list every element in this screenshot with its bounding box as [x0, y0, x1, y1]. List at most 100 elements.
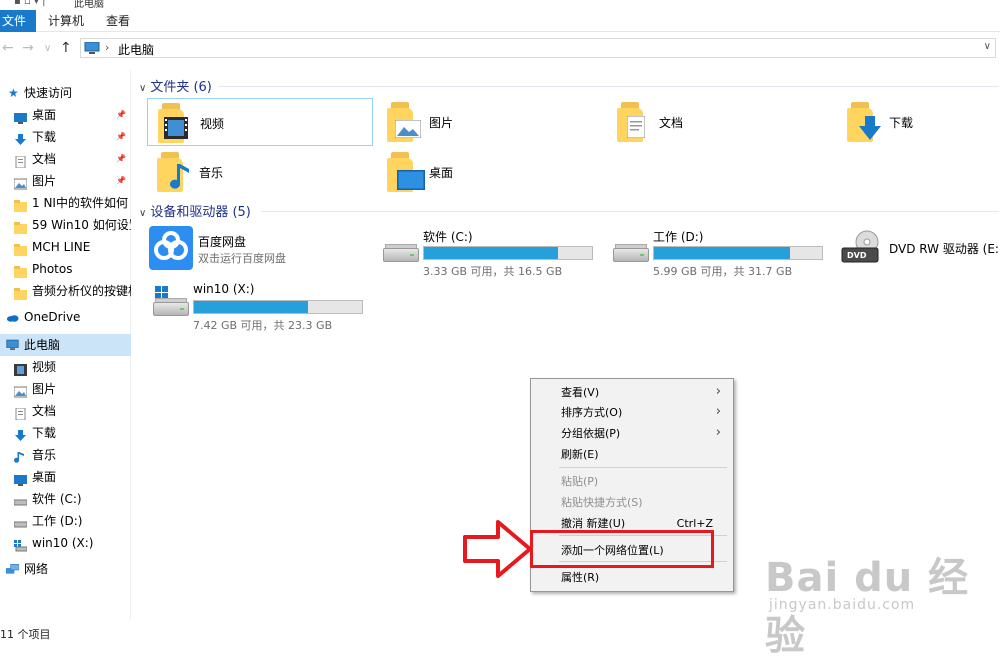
menu-item-label: 排序方式(O)	[561, 406, 623, 419]
sidebar-network[interactable]: 网络	[0, 558, 131, 580]
desktop-overlay-icon	[397, 170, 425, 190]
sidebar-pc-item[interactable]: 软件 (C:)	[0, 488, 131, 510]
sidebar-pc-item[interactable]: 文档	[0, 400, 131, 422]
sidebar-pc-item[interactable]: 桌面	[0, 466, 131, 488]
drive-usage-bar	[423, 246, 593, 260]
star-icon: ★	[8, 86, 19, 100]
download-icon	[14, 427, 27, 441]
drive-item[interactable]: win10 (X:) 7.42 GB 可用，共 23.3 GB	[147, 280, 373, 332]
cloud-icon	[6, 315, 19, 322]
up-arrow-icon[interactable]: ↑	[60, 40, 72, 56]
folder-item[interactable]: 文档	[607, 98, 833, 146]
menu-item[interactable]: 刷新(E)	[531, 444, 733, 464]
sidebar-quick-item[interactable]: MCH LINE	[0, 236, 131, 258]
sidebar-pc-item[interactable]: 视频	[0, 356, 131, 378]
drive-free-space: 3.33 GB 可用，共 16.5 GB	[423, 265, 563, 278]
drive-free-space: 5.99 GB 可用，共 31.7 GB	[653, 265, 793, 278]
sidebar-pc-item[interactable]: 音乐	[0, 444, 131, 466]
folder-item[interactable]: 图片	[377, 98, 603, 146]
sidebar-this-pc[interactable]: 此电脑	[0, 334, 131, 356]
sidebar-pc-item[interactable]: 工作 (D:)	[0, 510, 131, 532]
ribbon-tabs: 文件 计算机 查看	[0, 8, 1000, 32]
menu-item[interactable]: 分组依据(P) ›	[531, 423, 733, 443]
menu-item-label: 粘贴(P)	[561, 475, 599, 488]
title-bar: ▪ ▫ ▾ | 此电脑	[0, 0, 1000, 8]
sidebar-quick-item[interactable]: Photos	[0, 258, 131, 280]
drive-icon	[13, 493, 28, 506]
sidebar-pc-item[interactable]: win10 (X:)	[0, 532, 131, 554]
drive-usage-fill	[424, 247, 559, 259]
folder-item[interactable]: 视频	[147, 98, 373, 146]
network-icon	[6, 564, 19, 574]
picture-overlay-icon	[395, 120, 421, 138]
address-bar[interactable]: › 此电脑 ∨	[80, 38, 996, 58]
submenu-arrow-icon: ›	[715, 425, 721, 440]
watermark: Bai du 经验 jingyan.baidu.com	[765, 545, 995, 659]
sidebar-quick-item[interactable]: 图片 📌	[0, 170, 131, 192]
menu-item[interactable]: 属性(R)	[531, 567, 733, 587]
sidebar-quick-item[interactable]: 下载 📌	[0, 126, 131, 148]
folder-item[interactable]: 音乐	[147, 148, 373, 196]
quick-access-toolbar-icon[interactable]: ▪ ▫ ▾ |	[14, 0, 45, 7]
pin-icon[interactable]: 📌	[116, 126, 126, 148]
collapse-chevron-icon[interactable]: ∨	[139, 208, 146, 219]
sidebar-item-label: 59 Win10 如何设置	[32, 218, 131, 232]
pin-icon[interactable]: 📌	[116, 148, 126, 170]
folder-icon	[158, 103, 190, 143]
folder-name: 音乐	[199, 166, 224, 180]
divider	[261, 211, 999, 212]
menu-item: 粘贴(P)	[531, 471, 733, 491]
sidebar-quick-item[interactable]: 1 NI中的软件如何	[0, 192, 131, 214]
tab-computer[interactable]: 计算机	[40, 10, 92, 32]
pin-icon[interactable]: 📌	[116, 104, 126, 126]
sidebar-quick-item[interactable]: 59 Win10 如何设置	[0, 214, 131, 236]
drive-led	[180, 308, 184, 310]
windows-drive-icon	[14, 537, 28, 552]
collapse-chevron-icon[interactable]: ∨	[139, 83, 146, 94]
dvd-drive-item[interactable]: DVD DVD RW 驱动器 (E:)	[839, 230, 1000, 282]
baidu-netdisk-item[interactable]: 百度网盘 双击运行百度网盘	[147, 224, 373, 276]
sidebar-quick-access[interactable]: ★ 快速访问	[0, 82, 131, 104]
drive-item[interactable]: 工作 (D:) 5.99 GB 可用，共 31.7 GB	[607, 226, 833, 278]
submenu-arrow-icon: ›	[715, 404, 721, 419]
folders-group-header[interactable]: ∨ 文件夹 (6)	[139, 76, 212, 95]
tab-view[interactable]: 查看	[98, 10, 138, 32]
video-icon	[14, 361, 27, 376]
sidebar-item-label: 桌面	[32, 108, 57, 122]
menu-item[interactable]: 排序方式(O) ›	[531, 402, 733, 422]
drive-usage-bar	[653, 246, 823, 260]
baidu-netdisk-sub: 双击运行百度网盘	[198, 252, 286, 265]
folder-name: 视频	[200, 117, 225, 131]
drive-free-space: 7.42 GB 可用，共 23.3 GB	[193, 319, 333, 332]
folder-icon	[14, 219, 27, 234]
sidebar-item-label: 工作 (D:)	[32, 514, 83, 528]
download-icon	[14, 131, 27, 145]
sidebar-onedrive[interactable]: OneDrive	[0, 306, 131, 328]
hard-drive-icon	[613, 244, 649, 264]
address-dropdown-icon[interactable]: ∨	[984, 41, 991, 52]
devices-group-header[interactable]: ∨ 设备和驱动器 (5)	[139, 201, 251, 220]
sidebar-pc-item[interactable]: 图片	[0, 378, 131, 400]
desktop-icon	[14, 471, 27, 486]
menu-separator	[559, 467, 727, 468]
sidebar-quick-item[interactable]: 文档 📌	[0, 148, 131, 170]
tab-file[interactable]: 文件	[0, 10, 37, 32]
drive-item[interactable]: 软件 (C:) 3.33 GB 可用，共 16.5 GB	[377, 226, 603, 278]
hard-drive-icon	[383, 244, 419, 264]
forward-arrow-icon[interactable]: →	[22, 40, 34, 56]
pin-icon[interactable]: 📌	[116, 170, 126, 192]
back-arrow-icon[interactable]: ←	[2, 40, 14, 56]
breadcrumb-path[interactable]: 此电脑	[118, 41, 154, 58]
sidebar-quick-item[interactable]: 桌面 📌	[0, 104, 131, 126]
watermark-url: jingyan.baidu.com	[769, 597, 916, 613]
menu-item-label: 分组依据(P)	[561, 427, 621, 440]
folder-item[interactable]: 桌面	[377, 148, 603, 196]
recent-chevron-icon[interactable]: ∨	[44, 43, 51, 54]
menu-item[interactable]: 查看(V) ›	[531, 382, 733, 402]
menu-item-label: 属性(R)	[561, 571, 600, 584]
sidebar-pc-item[interactable]: 下载	[0, 422, 131, 444]
computer-icon	[84, 42, 100, 54]
sidebar-quick-item[interactable]: 音频分析仪的按键板	[0, 280, 131, 302]
folder-icon	[617, 102, 649, 142]
folder-item[interactable]: 下载	[837, 98, 1000, 146]
